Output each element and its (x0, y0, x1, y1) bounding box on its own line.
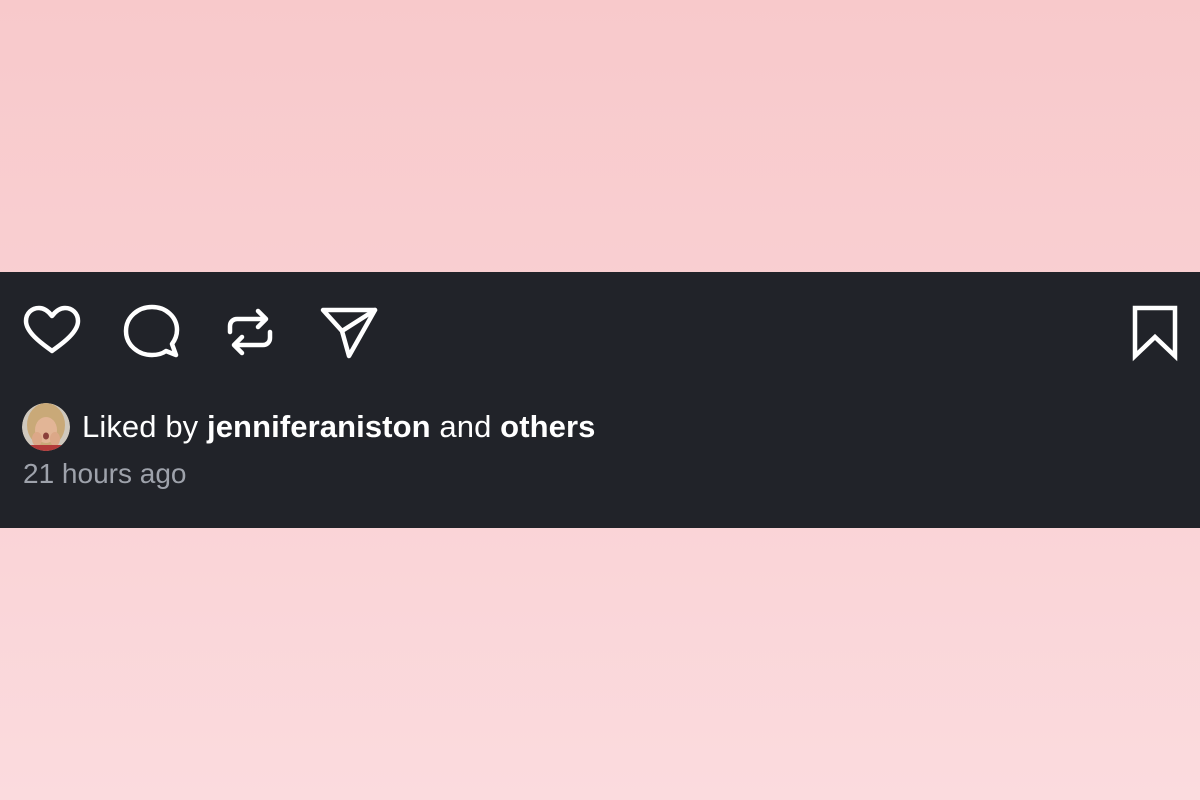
likes-text: Liked by jenniferaniston and others (82, 409, 596, 445)
likes-others-link[interactable]: others (500, 409, 595, 444)
comment-icon (123, 304, 180, 358)
bookmark-icon (1132, 305, 1178, 362)
repost-button[interactable] (220, 302, 280, 362)
heart-icon (23, 305, 81, 354)
page-background: Liked by jenniferaniston and others 21 h… (0, 0, 1200, 800)
post-action-bar: Liked by jenniferaniston and others 21 h… (0, 272, 1200, 528)
avatar[interactable] (22, 403, 70, 451)
like-button[interactable] (22, 302, 82, 362)
send-icon (320, 307, 378, 359)
post-timestamp: 21 hours ago (23, 458, 187, 489)
likes-summary: Liked by jenniferaniston and others (22, 402, 596, 452)
likes-joiner: and (439, 409, 492, 444)
comment-button[interactable] (121, 302, 181, 362)
liker-username[interactable]: jenniferaniston (207, 409, 431, 444)
likes-prefix: Liked by (82, 409, 199, 444)
repost-icon (227, 308, 273, 356)
post-actions (0, 272, 1200, 392)
share-button[interactable] (319, 302, 379, 362)
save-button[interactable] (1125, 302, 1185, 362)
